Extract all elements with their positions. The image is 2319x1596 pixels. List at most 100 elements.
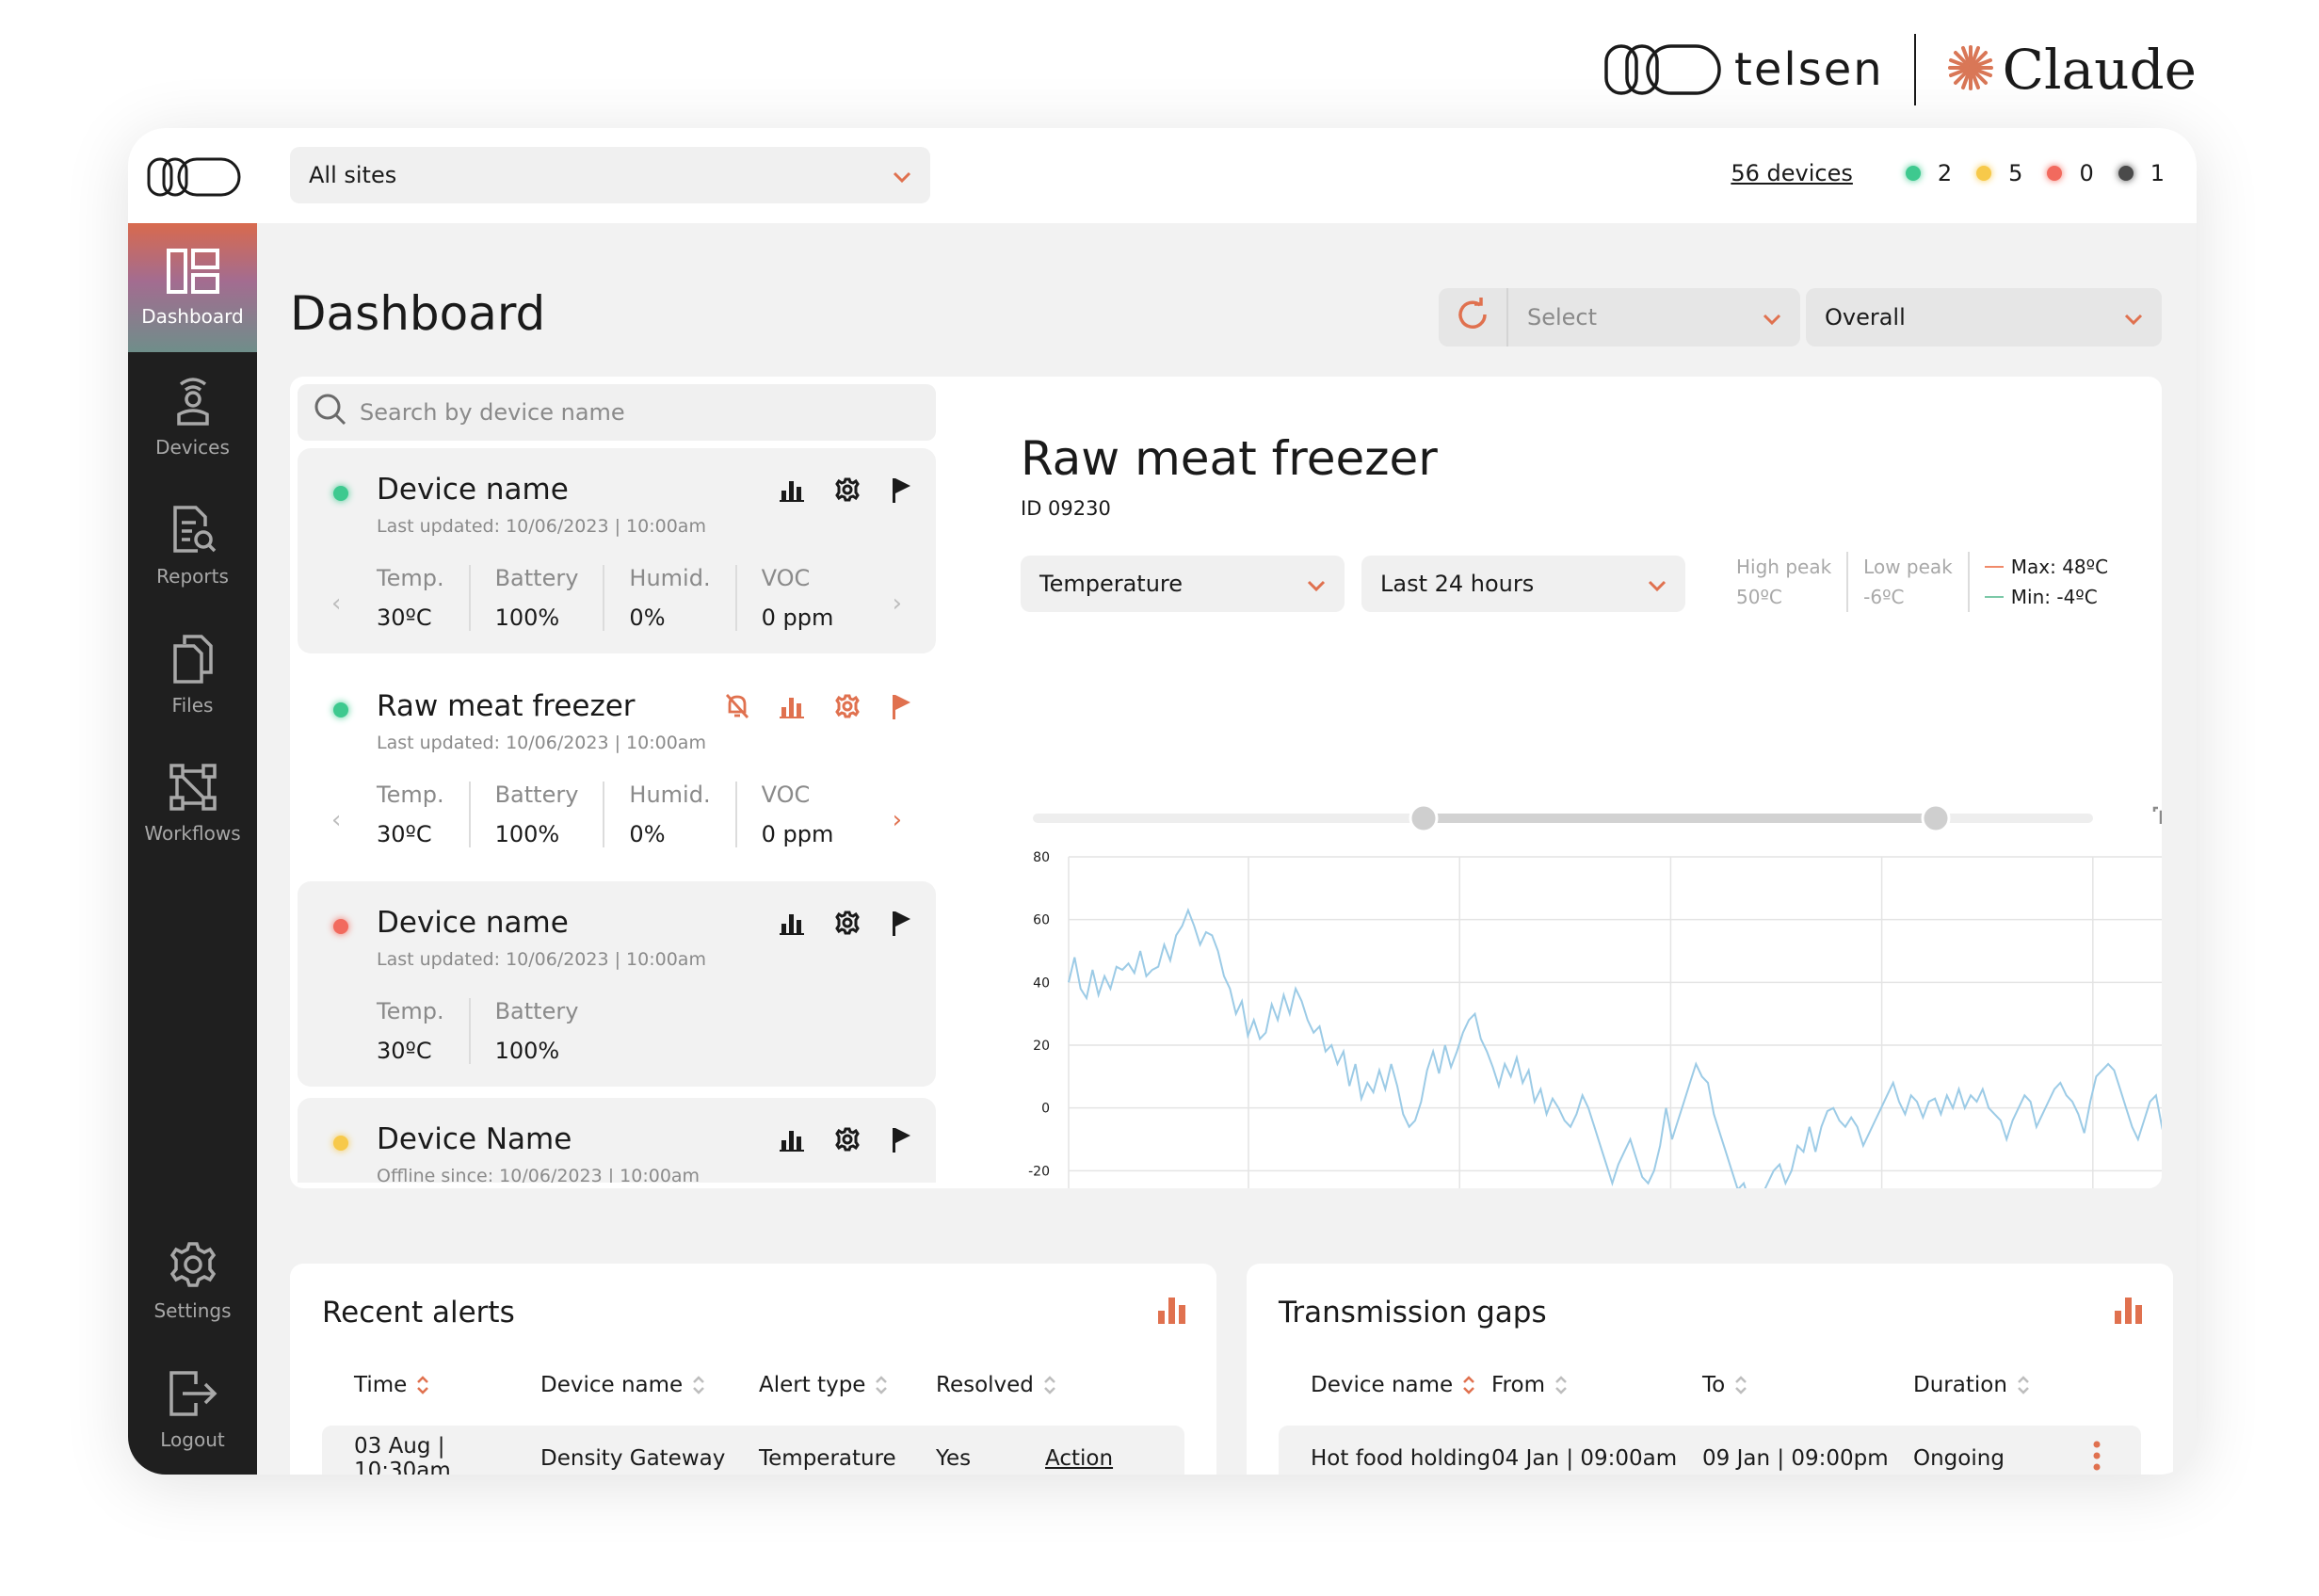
- table-row[interactable]: Hot food holding 04 Jan | 09:00am 09 Jan…: [1279, 1426, 2141, 1475]
- sort-active-icon: [416, 1375, 429, 1395]
- status-count-warning: 5: [1976, 160, 2022, 186]
- sidebar-item-label: Logout: [160, 1428, 225, 1451]
- sidebar-item-label: Files: [171, 694, 214, 717]
- sidebar-item-label: Devices: [155, 436, 230, 459]
- cell-duration: Ongoing: [1913, 1446, 2005, 1471]
- status-dot: [2118, 166, 2134, 181]
- sidebar-item-label: Reports: [156, 565, 229, 588]
- sort-icon: [2017, 1375, 2030, 1395]
- column-header-label: From: [1491, 1373, 1545, 1397]
- sidebar-item-files[interactable]: Files: [128, 610, 257, 739]
- files-icon: [169, 633, 217, 694]
- device-status-summary: 56 devices 2 5 0 1: [1731, 160, 2165, 186]
- top-bar: All sites 56 devices 2 5 0 1: [128, 128, 2197, 223]
- site-select[interactable]: All sites: [290, 147, 930, 203]
- sidebar-item-dashboard[interactable]: Dashboard: [128, 223, 257, 352]
- column-header-to[interactable]: To: [1702, 1373, 1913, 1397]
- app-window: All sites 56 devices 2 5 0 1 Dashboard D…: [128, 128, 2197, 1475]
- slider-range: [1424, 814, 1936, 823]
- status-dot: [2047, 166, 2063, 181]
- gear-icon: [169, 1240, 217, 1299]
- sidebar-item-devices[interactable]: Devices: [128, 352, 257, 481]
- column-header-device[interactable]: Device name: [540, 1373, 759, 1397]
- sidebar-item-settings[interactable]: Settings: [128, 1217, 257, 1346]
- chart-icon[interactable]: [2113, 1294, 2145, 1330]
- column-header-resolved[interactable]: Resolved: [936, 1373, 1124, 1397]
- app-logo-icon[interactable]: [147, 156, 241, 202]
- column-header-label: Time: [354, 1373, 408, 1397]
- overall-select[interactable]: Overall: [1806, 288, 2162, 347]
- cell-device: Density Gateway: [540, 1446, 726, 1471]
- recent-alerts-card: Recent alerts Time Device name Alert typ…: [290, 1264, 1216, 1475]
- gaps-table-header: Device name From To Duration: [1279, 1373, 2141, 1397]
- range-slider[interactable]: [1033, 803, 2093, 833]
- main-panel: Search by device name Device name Last u…: [290, 377, 2162, 1188]
- y-tick-label: -20: [1028, 1164, 1050, 1179]
- cell-device: Hot food holding: [1311, 1446, 1491, 1471]
- action-link[interactable]: Action: [1045, 1446, 1113, 1471]
- sort-icon: [875, 1375, 888, 1395]
- dashboard-icon: [166, 248, 220, 305]
- report-icon: [169, 504, 217, 565]
- column-header-device[interactable]: Device name: [1279, 1373, 1491, 1397]
- workflow-icon: [169, 763, 217, 822]
- column-header-duration[interactable]: Duration: [1913, 1373, 2102, 1397]
- more-vertical-icon[interactable]: [2092, 1440, 2102, 1475]
- sort-icon: [1554, 1375, 1568, 1395]
- column-header-alert-type[interactable]: Alert type: [759, 1373, 936, 1397]
- cell-resolved: Yes: [936, 1446, 972, 1471]
- status-count: 0: [2079, 160, 2094, 186]
- chart-icon[interactable]: [1156, 1294, 1188, 1330]
- transmission-gaps-card: Transmission gaps Device name From To Du…: [1247, 1264, 2173, 1475]
- sensor-icon: [169, 375, 217, 436]
- telsen-logo-icon: [1604, 42, 1721, 97]
- cell-alert-type: Temperature: [759, 1446, 896, 1471]
- chevron-down-icon: [2124, 304, 2143, 330]
- claude-spark-icon: [1946, 43, 1995, 96]
- y-tick-label: 60: [1033, 913, 1050, 928]
- temperature-chart: 806040200-20-40SepOctNovDecJan 2024Feb: [1028, 803, 2162, 1188]
- column-header-label: Device name: [1311, 1373, 1454, 1397]
- y-tick-label: 40: [1033, 975, 1050, 991]
- sidebar-item-workflows[interactable]: Workflows: [128, 739, 257, 868]
- column-header-label: Device name: [540, 1373, 684, 1397]
- status-count-ok: 2: [1905, 160, 1953, 186]
- series-line: [1068, 907, 2162, 1188]
- status-count: 2: [1937, 160, 1953, 186]
- refresh-button[interactable]: [1439, 288, 1508, 347]
- overall-select-value: Overall: [1825, 304, 1906, 330]
- column-header-label: To: [1702, 1373, 1726, 1397]
- recent-alerts-title: Recent alerts: [322, 1296, 515, 1330]
- column-header-label: Resolved: [936, 1373, 1034, 1397]
- sort-icon: [1734, 1375, 1747, 1395]
- select-dropdown[interactable]: Select: [1508, 304, 1800, 330]
- column-header-from[interactable]: From: [1491, 1373, 1702, 1397]
- sidebar-item-label: Workflows: [144, 822, 241, 845]
- column-header-label: Duration: [1913, 1373, 2007, 1397]
- sidebar-item-label: Settings: [153, 1299, 232, 1322]
- slider-handle-start[interactable]: [1409, 803, 1439, 833]
- table-row[interactable]: 03 Aug | 10:30am Density Gateway Tempera…: [322, 1426, 1184, 1475]
- slider-handle-end[interactable]: [1921, 803, 1951, 833]
- claude-wordmark: Claude: [2002, 38, 2197, 102]
- refresh-select-group: Select: [1439, 288, 1800, 347]
- sort-icon: [1043, 1375, 1056, 1395]
- sidebar-item-label: Dashboard: [141, 305, 244, 328]
- sidebar-item-reports[interactable]: Reports: [128, 481, 257, 610]
- column-header-label: Alert type: [759, 1373, 866, 1397]
- column-header-time[interactable]: Time: [322, 1373, 540, 1397]
- telsen-wordmark: telsen: [1734, 43, 1884, 96]
- cell-from: 04 Jan | 09:00am: [1491, 1446, 1678, 1471]
- sort-icon: [692, 1375, 705, 1395]
- page-title: Dashboard: [290, 286, 546, 341]
- cell-time: 03 Aug | 10:30am: [354, 1434, 451, 1475]
- y-tick-label: 0: [1041, 1102, 1050, 1117]
- status-count: 1: [2150, 160, 2165, 186]
- sidebar: Dashboard Devices Reports Files Workflow…: [128, 223, 257, 1475]
- expand-icon[interactable]: [2152, 806, 2162, 824]
- cell-to: 09 Jan | 09:00pm: [1702, 1446, 1889, 1471]
- chevron-down-icon: [893, 162, 911, 188]
- devices-link[interactable]: 56 devices: [1731, 160, 1853, 186]
- sidebar-item-logout[interactable]: Logout: [128, 1346, 257, 1475]
- status-dot: [1976, 166, 1992, 181]
